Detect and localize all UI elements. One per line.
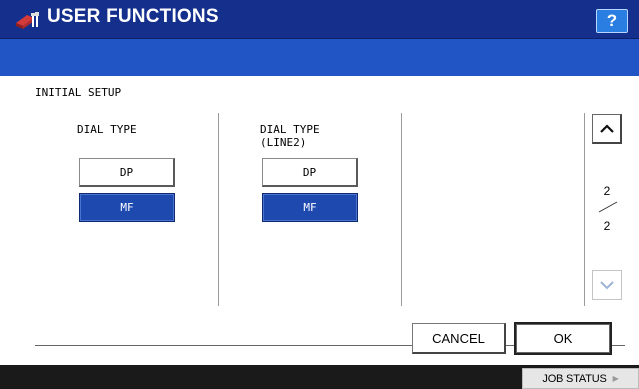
column-divider (401, 113, 402, 306)
dial-type-label: DIAL TYPE (77, 123, 137, 136)
scroll-divider (584, 113, 585, 306)
current-page: 2 (603, 184, 611, 198)
dial-type-line2-mf-button[interactable]: MF (262, 193, 358, 222)
page-title: USER FUNCTIONS (47, 6, 219, 27)
dial-type-mf-button[interactable]: MF (79, 193, 175, 222)
title-bar: USER FUNCTIONS ? (0, 0, 639, 39)
column-divider (218, 113, 219, 306)
total-pages: 2 (603, 219, 611, 233)
dial-type-line2-dp-button[interactable]: DP (262, 158, 358, 187)
dial-type-line2-label-line2: (LINE2) (260, 136, 307, 149)
section-title: INITIAL SETUP (35, 86, 122, 99)
dial-type-line2-label: DIAL TYPE (LINE2) (260, 123, 320, 149)
job-status-label: JOB STATUS (542, 372, 607, 385)
help-button[interactable]: ? (596, 9, 628, 33)
cancel-button[interactable]: CANCEL (412, 323, 506, 354)
job-status-button[interactable]: JOB STATUS ▶ (522, 368, 639, 389)
arrow-right-icon: ▶ (612, 374, 619, 383)
tab-bar (0, 39, 639, 76)
page-separator (598, 201, 618, 213)
dial-type-dp-button[interactable]: DP (79, 158, 175, 187)
user-functions-icon (16, 12, 39, 29)
scroll-down-button[interactable] (592, 270, 622, 300)
chevron-up-icon (599, 123, 614, 133)
ok-button[interactable]: OK (514, 322, 612, 355)
chevron-down-icon (600, 281, 614, 290)
dial-type-line2-label-line1: DIAL TYPE (260, 123, 320, 136)
scroll-up-button[interactable] (592, 114, 622, 144)
